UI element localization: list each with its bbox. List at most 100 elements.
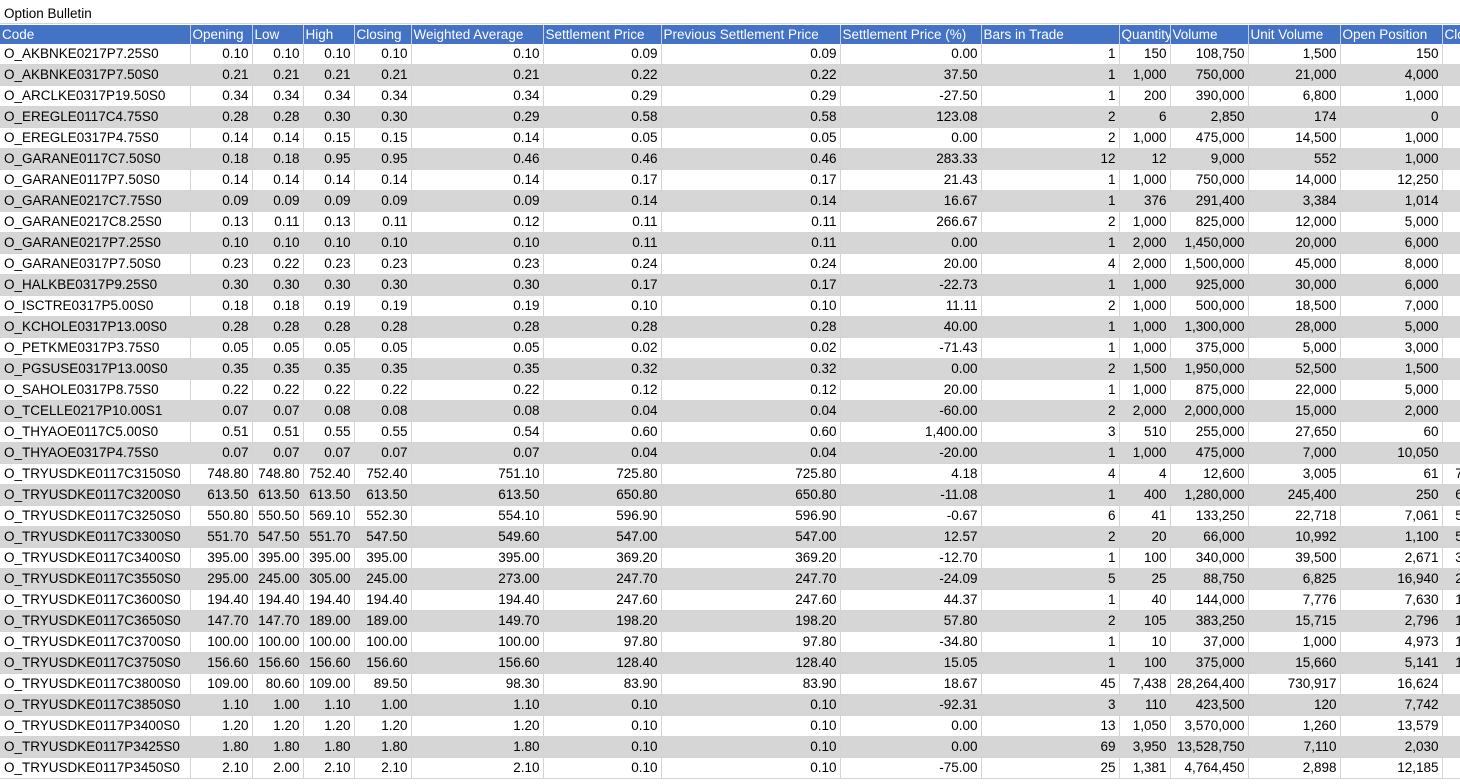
- table-cell[interactable]: 0.14: [190, 127, 253, 149]
- code-cell[interactable]: O_PETKME0317P3.75S0: [0, 337, 191, 359]
- table-cell[interactable]: -20.00: [840, 442, 982, 464]
- table-cell[interactable]: 551.70: [190, 526, 253, 548]
- table-cell[interactable]: 0.05: [661, 127, 841, 149]
- table-cell[interactable]: 1.20: [354, 715, 412, 737]
- table-cell[interactable]: 2,898: [1248, 757, 1341, 779]
- table-cell[interactable]: 0.95: [1442, 148, 1460, 170]
- table-cell[interactable]: 11.11: [840, 295, 982, 317]
- table-cell[interactable]: 61: [1340, 463, 1443, 485]
- table-cell[interactable]: 1,000: [1119, 379, 1171, 401]
- table-cell[interactable]: 0.28: [661, 316, 841, 338]
- table-cell[interactable]: 2.10: [1442, 757, 1460, 779]
- table-cell[interactable]: 0.30: [303, 106, 355, 128]
- table-cell[interactable]: 6,000: [1340, 232, 1443, 254]
- table-cell[interactable]: 6,800: [1248, 85, 1341, 107]
- table-cell[interactable]: 39,500: [1248, 547, 1341, 569]
- table-cell[interactable]: 14,500: [1248, 127, 1341, 149]
- table-cell[interactable]: 0.00: [840, 232, 982, 254]
- table-cell[interactable]: 0.34: [303, 85, 355, 107]
- table-cell[interactable]: 1,000: [1248, 631, 1341, 653]
- table-cell[interactable]: 273.00: [411, 568, 544, 590]
- table-cell[interactable]: 613.50: [252, 484, 304, 506]
- table-cell[interactable]: 1,000: [1119, 169, 1171, 191]
- table-cell[interactable]: 15,715: [1248, 610, 1341, 632]
- table-cell[interactable]: 15,660: [1248, 652, 1341, 674]
- table-cell[interactable]: 0.17: [661, 169, 841, 191]
- table-cell[interactable]: -60.00: [840, 400, 982, 422]
- table-cell[interactable]: 2: [981, 400, 1120, 422]
- table-cell[interactable]: 45,000: [1248, 253, 1341, 275]
- table-cell[interactable]: 3,570,000: [1170, 715, 1249, 737]
- table-cell[interactable]: 1: [981, 274, 1120, 296]
- table-cell[interactable]: 100.00: [252, 631, 304, 653]
- table-cell[interactable]: 0.29: [411, 106, 544, 128]
- table-cell[interactable]: 6: [1119, 106, 1171, 128]
- column-header[interactable]: Closing: [1442, 25, 1460, 44]
- table-cell[interactable]: 0.28: [190, 316, 253, 338]
- table-cell[interactable]: 547.00: [661, 526, 841, 548]
- table-cell[interactable]: 18.67: [840, 673, 982, 695]
- table-cell[interactable]: 1: [981, 589, 1120, 611]
- table-cell[interactable]: 0.05: [252, 337, 304, 359]
- table-cell[interactable]: 30,000: [1248, 274, 1341, 296]
- table-cell[interactable]: 1,000: [1119, 127, 1171, 149]
- table-cell[interactable]: 613.50: [411, 484, 544, 506]
- table-cell[interactable]: 0.58: [543, 106, 662, 128]
- code-cell[interactable]: O_EREGLE0117C4.75S0: [0, 106, 191, 128]
- table-cell[interactable]: 1.80: [303, 736, 355, 758]
- table-cell[interactable]: 825,000: [1170, 211, 1249, 233]
- table-cell[interactable]: 0.07: [1442, 442, 1460, 464]
- table-cell[interactable]: 1,500: [1119, 358, 1171, 380]
- table-cell[interactable]: 0.05: [190, 337, 253, 359]
- table-cell[interactable]: 1.20: [303, 715, 355, 737]
- column-header[interactable]: High: [303, 25, 355, 44]
- table-cell[interactable]: -92.31: [840, 694, 982, 716]
- table-cell[interactable]: 5,000: [1340, 316, 1443, 338]
- table-cell[interactable]: 0.60: [661, 421, 841, 443]
- column-header[interactable]: Settlement Price: [543, 25, 662, 44]
- table-cell[interactable]: 1.00: [252, 694, 304, 716]
- table-cell[interactable]: 1: [981, 484, 1120, 506]
- table-cell[interactable]: 0.18: [190, 148, 253, 170]
- table-cell[interactable]: 255,000: [1170, 421, 1249, 443]
- table-cell[interactable]: 1,000: [1119, 211, 1171, 233]
- table-cell[interactable]: 395.00: [303, 547, 355, 569]
- table-cell[interactable]: 0.24: [543, 253, 662, 275]
- table-cell[interactable]: 1.20: [190, 715, 253, 737]
- table-cell[interactable]: 400: [1119, 484, 1171, 506]
- table-cell[interactable]: 0.28: [1442, 316, 1460, 338]
- table-cell[interactable]: 0.22: [354, 379, 412, 401]
- table-cell[interactable]: 0.12: [543, 379, 662, 401]
- code-cell[interactable]: O_TRYUSDKE0117C3600S0: [0, 589, 191, 611]
- table-cell[interactable]: 0: [1340, 106, 1443, 128]
- column-header[interactable]: Quantity: [1119, 25, 1171, 44]
- code-cell[interactable]: O_TRYUSDKE0117C3650S0: [0, 610, 191, 632]
- table-cell[interactable]: 3,384: [1248, 190, 1341, 212]
- table-cell[interactable]: 1,400.00: [840, 421, 982, 443]
- code-cell[interactable]: O_ARCLKE0317P19.50S0: [0, 85, 191, 107]
- code-cell[interactable]: O_TRYUSDKE0117C3250S0: [0, 505, 191, 527]
- table-cell[interactable]: 0.21: [252, 64, 304, 86]
- table-cell[interactable]: 1: [981, 631, 1120, 653]
- table-cell[interactable]: 0.30: [252, 274, 304, 296]
- table-cell[interactable]: 4.18: [840, 463, 982, 485]
- code-cell[interactable]: O_TRYUSDKE0117C3550S0: [0, 568, 191, 590]
- table-cell[interactable]: 1.20: [252, 715, 304, 737]
- table-cell[interactable]: 16.67: [840, 190, 982, 212]
- table-cell[interactable]: 0.30: [354, 274, 412, 296]
- code-cell[interactable]: O_TRYUSDKE0117P3450S0: [0, 757, 191, 779]
- table-cell[interactable]: 375,000: [1170, 652, 1249, 674]
- table-cell[interactable]: 4: [1119, 463, 1171, 485]
- code-cell[interactable]: O_TRYUSDKE0117C3850S0: [0, 694, 191, 716]
- table-cell[interactable]: 100.00: [354, 631, 412, 653]
- table-cell[interactable]: 7,000: [1248, 442, 1341, 464]
- table-cell[interactable]: 0.22: [303, 379, 355, 401]
- table-cell[interactable]: 89.50: [354, 673, 412, 695]
- table-cell[interactable]: 200: [1119, 85, 1171, 107]
- table-cell[interactable]: 0.28: [303, 316, 355, 338]
- table-cell[interactable]: 0.55: [303, 421, 355, 443]
- table-cell[interactable]: 0.04: [543, 400, 662, 422]
- table-cell[interactable]: 20: [1119, 526, 1171, 548]
- table-cell[interactable]: 0.34: [411, 85, 544, 107]
- table-cell[interactable]: 88,750: [1170, 568, 1249, 590]
